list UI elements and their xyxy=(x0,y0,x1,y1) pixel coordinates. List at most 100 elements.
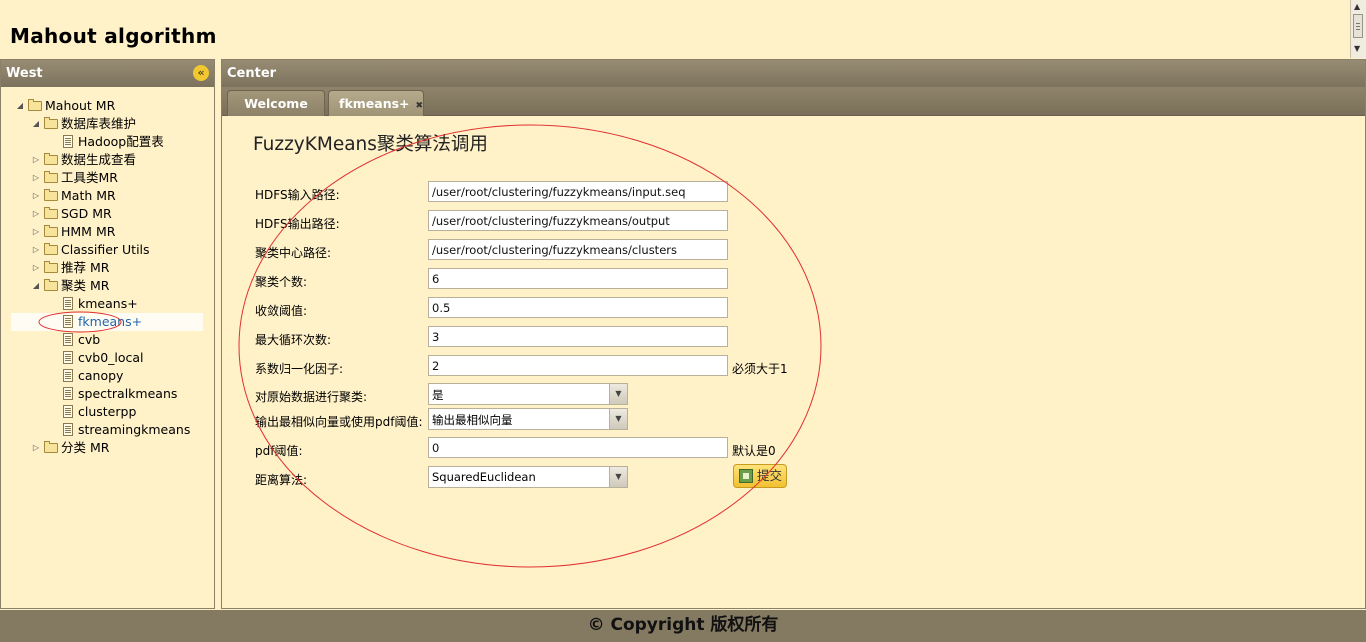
collapse-icon[interactable]: « xyxy=(193,65,209,81)
tree-item[interactable]: ▷ Classifier Utils xyxy=(29,241,150,259)
submit-label: 提交 xyxy=(757,468,783,483)
folder-icon xyxy=(43,171,59,184)
max-iterations-field[interactable] xyxy=(428,326,728,347)
tree-item[interactable]: ▷ 分类 MR xyxy=(29,439,110,457)
emit-mode-value: 输出最相似向量 xyxy=(432,413,513,427)
app-header: Mahout algorithm xyxy=(0,0,1350,58)
convergence-field[interactable] xyxy=(428,297,728,318)
collapsed-arrow-icon[interactable]: ▷ xyxy=(29,205,43,223)
chevron-down-icon[interactable]: ▼ xyxy=(609,409,627,429)
tab-content: FuzzyKMeans聚类算法调用 HDFS输入路径: HDFS输出路径: 聚类… xyxy=(222,116,1365,608)
tree-item-label: spectralkmeans xyxy=(78,386,178,401)
cluster-data-select[interactable]: 是 ▼ xyxy=(428,383,628,405)
tree-item-label: HMM MR xyxy=(61,224,116,239)
tree-item[interactable]: kmeans+ xyxy=(46,295,138,313)
input-path-label: HDFS输入路径: xyxy=(255,188,340,202)
tree-item[interactable]: ▷ 推荐 MR xyxy=(29,259,110,277)
document-icon xyxy=(60,297,76,310)
tree-item-label: Classifier Utils xyxy=(61,242,150,257)
document-icon xyxy=(60,405,76,418)
max-iterations-label: 最大循环次数: xyxy=(255,333,332,347)
expanded-arrow-icon[interactable]: ◢ xyxy=(29,115,43,133)
tree-item-label: Hadoop配置表 xyxy=(78,134,164,149)
emit-mode-select[interactable]: 输出最相似向量 ▼ xyxy=(428,408,628,430)
distance-measure-select[interactable]: SquaredEuclidean ▼ xyxy=(428,466,628,488)
close-icon[interactable]: ✖ xyxy=(416,101,424,111)
fuzziness-label: 系数归一化因子: xyxy=(255,362,344,376)
collapsed-arrow-icon[interactable]: ▷ xyxy=(29,223,43,241)
tab-fkmeans[interactable]: fkmeans+ ✖ xyxy=(328,90,424,116)
tree-item[interactable]: ▷ HMM MR xyxy=(29,223,116,241)
tree-item-label: 工具类MR xyxy=(61,170,118,185)
folder-icon xyxy=(27,99,43,112)
tree-item-label: 推荐 MR xyxy=(61,260,110,275)
west-panel-header: West « xyxy=(1,60,214,87)
fuzziness-field[interactable] xyxy=(428,355,728,376)
center-panel-header: Center xyxy=(222,60,1365,87)
fuzziness-hint: 必须大于1 xyxy=(732,362,788,376)
tree-item[interactable]: fkmeans+ xyxy=(11,313,203,331)
collapsed-arrow-icon[interactable]: ▷ xyxy=(29,151,43,169)
cluster-data-label: 对原始数据进行聚类: xyxy=(255,390,368,404)
collapsed-arrow-icon[interactable]: ▷ xyxy=(29,241,43,259)
document-icon xyxy=(60,369,76,382)
tree-item[interactable]: cvb xyxy=(46,331,100,349)
collapsed-arrow-icon[interactable]: ▷ xyxy=(29,259,43,277)
folder-icon xyxy=(43,189,59,202)
cluster-count-field[interactable] xyxy=(428,268,728,289)
tree-item-label: cvb0_local xyxy=(78,350,144,365)
tree-item-label: 数据生成查看 xyxy=(61,152,137,167)
pdf-threshold-field[interactable] xyxy=(428,437,728,458)
scroll-thumb[interactable] xyxy=(1353,14,1363,38)
tree-item[interactable]: Hadoop配置表 xyxy=(46,133,164,151)
tree-item[interactable]: streamingkmeans xyxy=(46,421,190,439)
scroll-down-icon[interactable]: ▼ xyxy=(1354,44,1360,53)
tree-item-label: SGD MR xyxy=(61,206,112,221)
center-panel-title: Center xyxy=(227,66,277,81)
tree-item[interactable]: ▷ 数据生成查看 xyxy=(29,151,136,169)
tree-item-label: 聚类 MR xyxy=(61,278,110,293)
output-path-field[interactable] xyxy=(428,210,728,231)
tree-item[interactable]: clusterpp xyxy=(46,403,136,421)
tab-welcome[interactable]: Welcome xyxy=(227,90,325,116)
folder-icon xyxy=(43,117,59,130)
tab-strip: Welcome fkmeans+ ✖ xyxy=(222,87,1365,116)
document-icon xyxy=(60,387,76,400)
clusters-path-field[interactable] xyxy=(428,239,728,260)
page-scrollbar[interactable]: ▲ ▼ xyxy=(1350,0,1366,58)
navigation-tree: ◢ Mahout MR ◢ 数据库表维护 Hadoop配置表 ▷ 数据生成查看 ▷ 工具类MR ▷… xyxy=(1,87,214,608)
tree-item[interactable]: cvb0_local xyxy=(46,349,144,367)
scroll-up-icon[interactable]: ▲ xyxy=(1354,2,1360,11)
center-panel: Center Welcome fkmeans+ ✖ FuzzyKMeans聚类算法… xyxy=(221,59,1366,609)
tree-item-label: kmeans+ xyxy=(78,296,138,311)
pdf-threshold-label: pdf阈值: xyxy=(255,444,303,458)
expanded-arrow-icon[interactable]: ◢ xyxy=(29,277,43,295)
tree-item[interactable]: canopy xyxy=(46,367,123,385)
distance-measure-label: 距离算法: xyxy=(255,473,308,487)
tree-item[interactable]: ◢ Mahout MR xyxy=(13,97,115,115)
tree-item-label: Math MR xyxy=(61,188,116,203)
collapsed-arrow-icon[interactable]: ▷ xyxy=(29,187,43,205)
chevron-down-icon[interactable]: ▼ xyxy=(609,467,627,487)
folder-icon xyxy=(43,153,59,166)
collapsed-arrow-icon[interactable]: ▷ xyxy=(29,439,43,457)
tree-item-label: Mahout MR xyxy=(45,98,116,113)
tree-item[interactable]: spectralkmeans xyxy=(46,385,177,403)
collapsed-arrow-icon[interactable]: ▷ xyxy=(29,169,43,187)
clusters-path-label: 聚类中心路径: xyxy=(255,246,332,260)
tree-item[interactable]: ▷ Math MR xyxy=(29,187,116,205)
convergence-label: 收敛阈值: xyxy=(255,304,308,318)
tree-item[interactable]: ▷ 工具类MR xyxy=(29,169,118,187)
tree-item[interactable]: ◢ 聚类 MR xyxy=(29,277,110,295)
app-title: Mahout algorithm xyxy=(10,24,217,48)
input-path-field[interactable] xyxy=(428,181,728,202)
chevron-down-icon[interactable]: ▼ xyxy=(609,384,627,404)
tree-item[interactable]: ▷ SGD MR xyxy=(29,205,112,223)
tree-item-label: 数据库表维护 xyxy=(61,116,137,131)
submit-button[interactable]: 提交 xyxy=(733,464,787,488)
tree-item[interactable]: ◢ 数据库表维护 xyxy=(29,115,136,133)
cluster-count-label: 聚类个数: xyxy=(255,275,308,289)
emit-mode-label: 输出最相似向量或使用pdf阈值: xyxy=(255,415,423,429)
expanded-arrow-icon[interactable]: ◢ xyxy=(13,97,27,115)
tab-fkmeans-label: fkmeans+ xyxy=(339,96,410,111)
